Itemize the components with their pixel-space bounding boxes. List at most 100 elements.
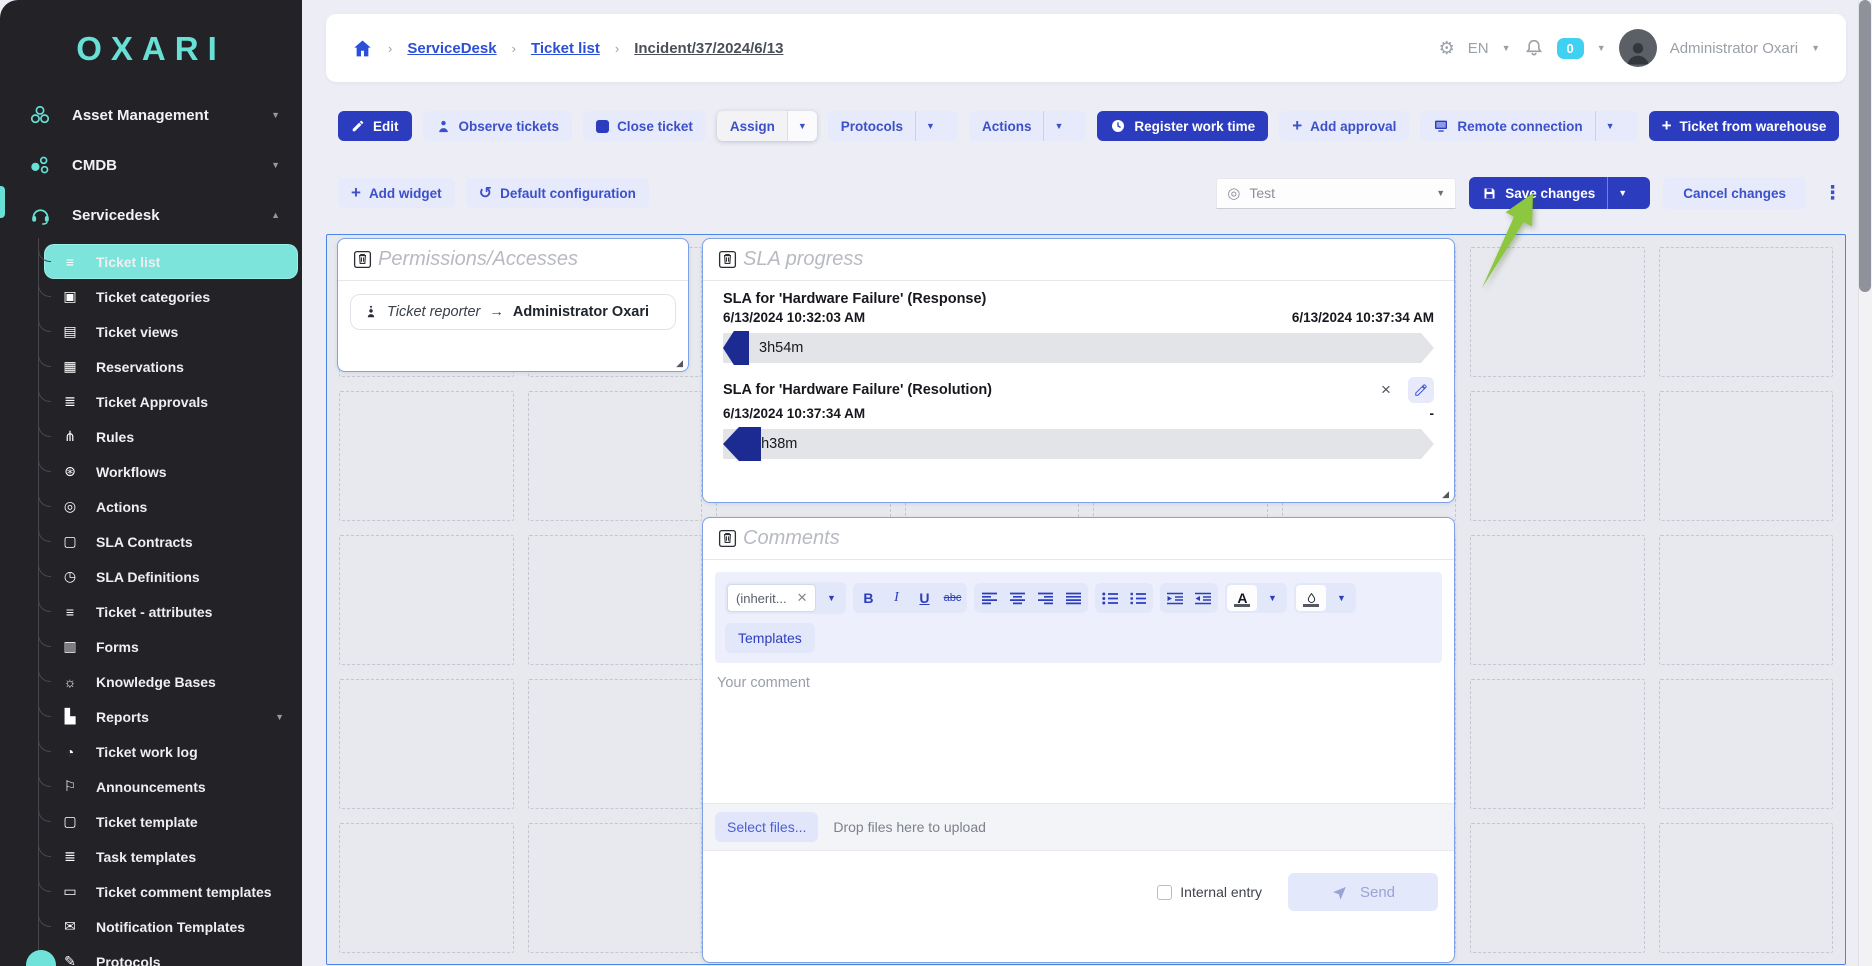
language-select[interactable]: EN <box>1468 40 1489 57</box>
underline-button[interactable]: U <box>911 585 937 611</box>
tree-connector <box>38 308 51 332</box>
delete-widget-icon[interactable] <box>352 249 373 270</box>
template-icon: ▢ <box>60 813 80 830</box>
user-bar: ⚙ EN ▼ 0 ▼ Administrator Oxari ▼ <box>1439 29 1820 67</box>
tree-connector <box>38 798 51 822</box>
ticket-reporter-card[interactable]: Ticket reporter → Administrator Oxari <box>350 294 676 330</box>
attributes-icon: ≡ <box>60 604 80 620</box>
chevron-down-icon[interactable]: ▼ <box>1502 43 1511 53</box>
text-color-button[interactable]: A <box>1227 585 1257 611</box>
sidebar-item-cmdb[interactable]: CMDB ▼ <box>0 140 302 190</box>
align-left-button[interactable] <box>976 585 1002 611</box>
sla-edit-icon[interactable] <box>1408 377 1434 403</box>
breadcrumb-servicedesk[interactable]: ServiceDesk <box>407 40 496 57</box>
remote-connection-button[interactable]: Remote connection ▼ <box>1420 111 1637 141</box>
align-right-button[interactable] <box>1032 585 1058 611</box>
templates-button[interactable]: Templates <box>725 623 815 653</box>
internal-entry-option[interactable]: Internal entry <box>1157 884 1262 900</box>
highlight-dropdown-icon[interactable]: ▼ <box>1328 585 1354 611</box>
comment-input[interactable]: Your comment <box>703 663 1454 803</box>
grid-cell <box>1659 391 1834 521</box>
resize-handle[interactable]: ◢ <box>1442 489 1449 500</box>
chart-icon: ▙ <box>60 708 80 725</box>
outdent-button[interactable] <box>1162 585 1188 611</box>
kebab-menu-icon[interactable]: ⋮ <box>1819 182 1846 205</box>
add-widget-button[interactable]: + Add widget <box>338 178 455 208</box>
chevron-down-icon[interactable]: ▼ <box>1597 43 1606 53</box>
text-color-dropdown-icon[interactable]: ▼ <box>1259 585 1285 611</box>
send-button[interactable]: Send <box>1288 873 1438 911</box>
italic-button[interactable]: I <box>883 585 909 611</box>
edit-button[interactable]: Edit <box>338 111 412 141</box>
grid-cell <box>1659 535 1834 665</box>
sla-entry: SLA for 'Hardware Failure' (Resolution) … <box>723 377 1434 459</box>
save-changes-dropdown[interactable]: ▼ <box>1607 177 1637 209</box>
plus-icon: + <box>1662 116 1672 136</box>
chevron-down-icon: ▼ <box>271 160 280 170</box>
cancel-changes-button[interactable]: Cancel changes <box>1663 177 1806 209</box>
protocols-dropdown[interactable]: ▼ <box>915 111 945 141</box>
highlight-color-button[interactable] <box>1296 585 1326 611</box>
clear-font-icon[interactable]: ✕ <box>797 590 808 606</box>
chevron-up-icon: ▲ <box>271 210 280 220</box>
internal-entry-label: Internal entry <box>1180 884 1262 900</box>
assign-dropdown[interactable]: ▼ <box>787 111 817 141</box>
notification-badge[interactable]: 0 <box>1557 38 1584 59</box>
actions-button[interactable]: Actions ▼ <box>969 111 1086 141</box>
avatar[interactable] <box>1619 29 1657 67</box>
ticket-from-warehouse-button[interactable]: + Ticket from warehouse <box>1649 111 1840 141</box>
delete-widget-icon[interactable] <box>717 528 738 549</box>
home-icon[interactable] <box>352 38 373 59</box>
actions-dropdown[interactable]: ▼ <box>1043 111 1073 141</box>
scrollbar-track[interactable] <box>1858 0 1872 966</box>
numbered-list-button[interactable] <box>1125 585 1151 611</box>
delete-widget-icon[interactable] <box>717 249 738 270</box>
sla-progress-widget: SLA progress SLA for 'Hardware Failure' … <box>702 238 1455 503</box>
sla-entry: SLA for 'Hardware Failure' (Response) 6/… <box>723 291 1434 363</box>
asset-management-icon <box>28 104 52 126</box>
user-name[interactable]: Administrator Oxari <box>1670 40 1798 57</box>
resize-handle[interactable]: ◢ <box>676 358 683 369</box>
font-select[interactable]: (inherit... ✕ <box>727 584 816 612</box>
arrow-right-icon: → <box>489 304 504 320</box>
restore-icon: ↺ <box>479 183 492 203</box>
internal-entry-checkbox[interactable] <box>1157 885 1172 900</box>
indent-button[interactable] <box>1190 585 1216 611</box>
sla-entry-name: SLA for 'Hardware Failure' (Resolution) <box>723 382 992 398</box>
register-work-time-button[interactable]: Register work time <box>1097 111 1268 141</box>
align-center-button[interactable] <box>1004 585 1030 611</box>
assign-button[interactable]: Assign ▼ <box>717 111 817 141</box>
breadcrumb-separator: › <box>615 41 619 56</box>
comment-editor-toolbar: (inherit... ✕ ▼ B I U abc <box>715 572 1442 663</box>
branch-icon: ⋔ <box>60 428 80 445</box>
align-justify-button[interactable] <box>1060 585 1086 611</box>
sidebar-item-asset-management[interactable]: Asset Management ▼ <box>0 90 302 140</box>
drop-files-label: Drop files here to upload <box>833 819 986 835</box>
breadcrumb-ticket-list[interactable]: Ticket list <box>531 40 600 57</box>
remote-connection-dropdown[interactable]: ▼ <box>1595 111 1625 141</box>
bold-button[interactable]: B <box>855 585 881 611</box>
strikethrough-button[interactable]: abc <box>939 585 965 611</box>
sla-start-time: 6/13/2024 10:37:34 AM <box>723 406 865 421</box>
active-section-indicator <box>0 186 5 218</box>
close-ticket-button[interactable]: Close ticket <box>583 111 706 141</box>
add-approval-button[interactable]: + Add approval <box>1279 111 1409 141</box>
bell-icon[interactable] <box>1524 38 1544 58</box>
scrollbar-thumb[interactable] <box>1859 0 1871 292</box>
monitor-icon <box>1433 118 1449 134</box>
sidebar-item-servicedesk[interactable]: Servicedesk ▲ <box>0 190 302 240</box>
view-configuration-select[interactable]: ◎ Test ▼ <box>1216 178 1456 209</box>
app-root: OXARI Asset Management ▼ CMDB ▼ Serviced… <box>0 0 1872 966</box>
app-logo: OXARI <box>0 0 302 90</box>
sla-remove-icon[interactable]: × <box>1373 377 1399 403</box>
protocols-button[interactable]: Protocols ▼ <box>828 111 958 141</box>
font-dropdown-icon[interactable]: ▼ <box>818 585 844 611</box>
gear-icon[interactable]: ⚙ <box>1439 38 1455 59</box>
select-files-button[interactable]: Select files... <box>715 812 818 842</box>
default-configuration-button[interactable]: ↺ Default configuration <box>466 178 649 208</box>
tree-connector <box>38 658 51 682</box>
bullet-list-button[interactable] <box>1097 585 1123 611</box>
chevron-down-icon[interactable]: ▼ <box>1811 43 1820 53</box>
observe-tickets-button[interactable]: Observe tickets <box>423 111 573 141</box>
tree-connector <box>38 518 51 542</box>
